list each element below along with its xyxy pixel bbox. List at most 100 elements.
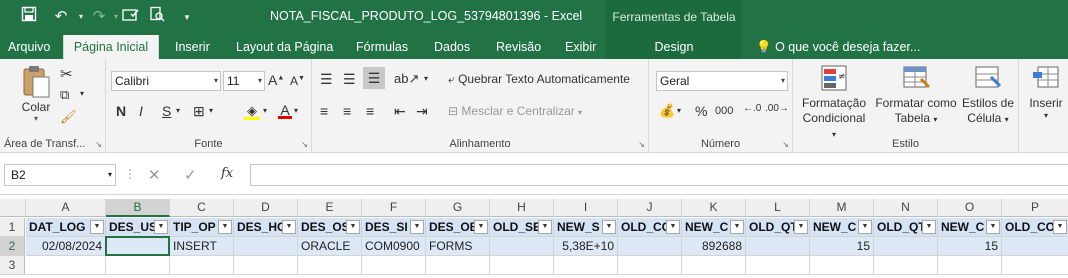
table-header-cell[interactable]: NEW_S ▼ (554, 218, 618, 237)
tab-arquivo[interactable]: Arquivo (4, 35, 54, 59)
number-dialog-launcher-icon[interactable]: ↘ (782, 140, 789, 149)
cancel-entry-icon[interactable]: ✕ (148, 166, 161, 184)
borders-icon[interactable]: ⊞ (193, 103, 205, 120)
column-header-h[interactable]: H (490, 199, 554, 217)
print-preview-icon[interactable] (146, 6, 168, 28)
table-header-cell[interactable]: OLD_CO ▼ (618, 218, 682, 237)
column-header-b[interactable]: B (106, 199, 170, 217)
table-header-cell[interactable]: OLD_SE ▼ (490, 218, 554, 237)
empty-cell[interactable] (490, 256, 554, 275)
filter-dropdown-icon[interactable]: ▼ (154, 220, 168, 234)
filter-dropdown-icon[interactable]: ▼ (666, 220, 680, 234)
column-header-d[interactable]: D (234, 199, 298, 217)
font-color-icon[interactable]: A (278, 102, 292, 119)
align-middle-icon[interactable]: ☰ (343, 71, 356, 88)
underline-dropdown-icon[interactable]: ▾ (176, 106, 180, 115)
format-painter-icon[interactable]: 🖌 (60, 109, 77, 125)
filter-dropdown-icon[interactable]: ▼ (538, 220, 552, 234)
table-cell[interactable] (874, 237, 938, 256)
row-header-3[interactable]: 3 (0, 256, 25, 275)
comma-style-button[interactable]: 000 (715, 105, 733, 117)
tab-design[interactable]: Design (606, 35, 742, 59)
table-header-cell[interactable]: DAT_LOG ▼ (26, 218, 106, 237)
orientation-icon[interactable]: ab↗ (394, 71, 419, 87)
tab-formulas[interactable]: Fórmulas (352, 35, 412, 59)
save-icon[interactable] (18, 6, 40, 28)
filter-dropdown-icon[interactable]: ▼ (858, 220, 872, 234)
empty-cell[interactable] (26, 256, 106, 275)
empty-cell[interactable] (170, 256, 234, 275)
column-header-a[interactable]: A (26, 199, 106, 217)
table-cell[interactable] (106, 237, 170, 256)
empty-cell[interactable] (810, 256, 874, 275)
empty-cell[interactable] (362, 256, 426, 275)
filter-dropdown-icon[interactable]: ▼ (1053, 220, 1067, 234)
filter-dropdown-icon[interactable]: ▼ (474, 220, 488, 234)
column-header-n[interactable]: N (874, 199, 938, 217)
table-cell[interactable]: 02/08/2024 (26, 237, 106, 256)
tab-revisao[interactable]: Revisão (492, 35, 545, 59)
align-right-icon[interactable]: ≡ (366, 103, 374, 119)
empty-cell[interactable] (746, 256, 810, 275)
accounting-format-icon[interactable]: 💰 (659, 103, 675, 119)
tab-layout-da-pagina[interactable]: Layout da Página (232, 35, 337, 59)
column-header-p[interactable]: P (1002, 199, 1068, 217)
font-size-combo[interactable]: 11 ▾ (223, 71, 265, 91)
row-header-2[interactable]: 2 (0, 237, 25, 256)
insert-cells-button[interactable]: Inserir ▾ (1025, 63, 1067, 135)
table-header-cell[interactable]: DES_SI ▼ (362, 218, 426, 237)
table-header-cell[interactable]: NEW_C ▼ (682, 218, 746, 237)
tell-me-search[interactable]: 💡 O que você deseja fazer... (752, 35, 924, 59)
filter-dropdown-icon[interactable]: ▼ (986, 220, 1000, 234)
table-cell[interactable]: ORACLE (298, 237, 362, 256)
row-header-1[interactable]: 1 (0, 218, 25, 237)
copy-dropdown-icon[interactable]: ▾ (80, 89, 84, 98)
table-cell[interactable] (1002, 237, 1068, 256)
cut-icon[interactable]: ✂ (60, 65, 73, 83)
align-bottom-icon[interactable]: ☰ (363, 67, 385, 89)
italic-button[interactable]: I (139, 103, 143, 119)
table-cell[interactable]: 5,38E+10 (554, 237, 618, 256)
number-format-combo[interactable]: Geral ▾ (656, 71, 788, 91)
decrease-decimal-icon[interactable]: .00→ (765, 103, 789, 114)
filter-dropdown-icon[interactable]: ▼ (410, 220, 424, 234)
column-header-c[interactable]: C (170, 199, 234, 217)
table-cell[interactable] (234, 237, 298, 256)
clipboard-dialog-launcher-icon[interactable]: ↘ (95, 140, 102, 149)
table-cell[interactable] (746, 237, 810, 256)
font-dialog-launcher-icon[interactable]: ↘ (301, 140, 308, 149)
empty-cell[interactable] (298, 256, 362, 275)
font-name-combo[interactable]: Calibri ▾ (111, 71, 221, 91)
column-header-m[interactable]: M (810, 199, 874, 217)
conditional-formatting-button[interactable]: ≠ Formatação Condicional ▾ (799, 63, 869, 139)
filter-dropdown-icon[interactable]: ▼ (90, 220, 104, 234)
column-header-f[interactable]: F (362, 199, 426, 217)
table-cell[interactable]: COM0900 (362, 237, 426, 256)
filter-dropdown-icon[interactable]: ▼ (922, 220, 936, 234)
paste-button[interactable]: Colar ▾ (16, 65, 56, 127)
orientation-dropdown-icon[interactable]: ▾ (424, 74, 428, 83)
empty-cell[interactable] (106, 256, 170, 275)
percent-style-button[interactable]: % (695, 103, 707, 119)
tab-inserir[interactable]: Inserir (171, 35, 214, 59)
column-header-e[interactable]: E (298, 199, 362, 217)
align-center-icon[interactable]: ≡ (343, 103, 351, 119)
formula-input[interactable] (250, 164, 1068, 186)
empty-cell[interactable] (234, 256, 298, 275)
filter-dropdown-icon[interactable]: ▼ (282, 220, 296, 234)
table-header-cell[interactable]: NEW_C ▼ (938, 218, 1002, 237)
bold-button[interactable]: N (116, 103, 126, 119)
empty-cell[interactable] (874, 256, 938, 275)
underline-button[interactable]: S (162, 103, 171, 119)
table-cell[interactable]: 15 (810, 237, 874, 256)
decrease-indent-icon[interactable]: ⇤ (394, 103, 406, 120)
spelling-check-icon[interactable] (120, 6, 142, 28)
column-header-o[interactable]: O (938, 199, 1002, 217)
table-header-cell[interactable]: DES_HO ▼ (234, 218, 298, 237)
table-header-cell[interactable]: TIP_OP ▼ (170, 218, 234, 237)
table-cell[interactable]: FORMS (426, 237, 490, 256)
empty-cell[interactable] (618, 256, 682, 275)
filter-dropdown-icon[interactable]: ▼ (794, 220, 808, 234)
column-header-j[interactable]: J (618, 199, 682, 217)
filter-dropdown-icon[interactable]: ▼ (218, 220, 232, 234)
